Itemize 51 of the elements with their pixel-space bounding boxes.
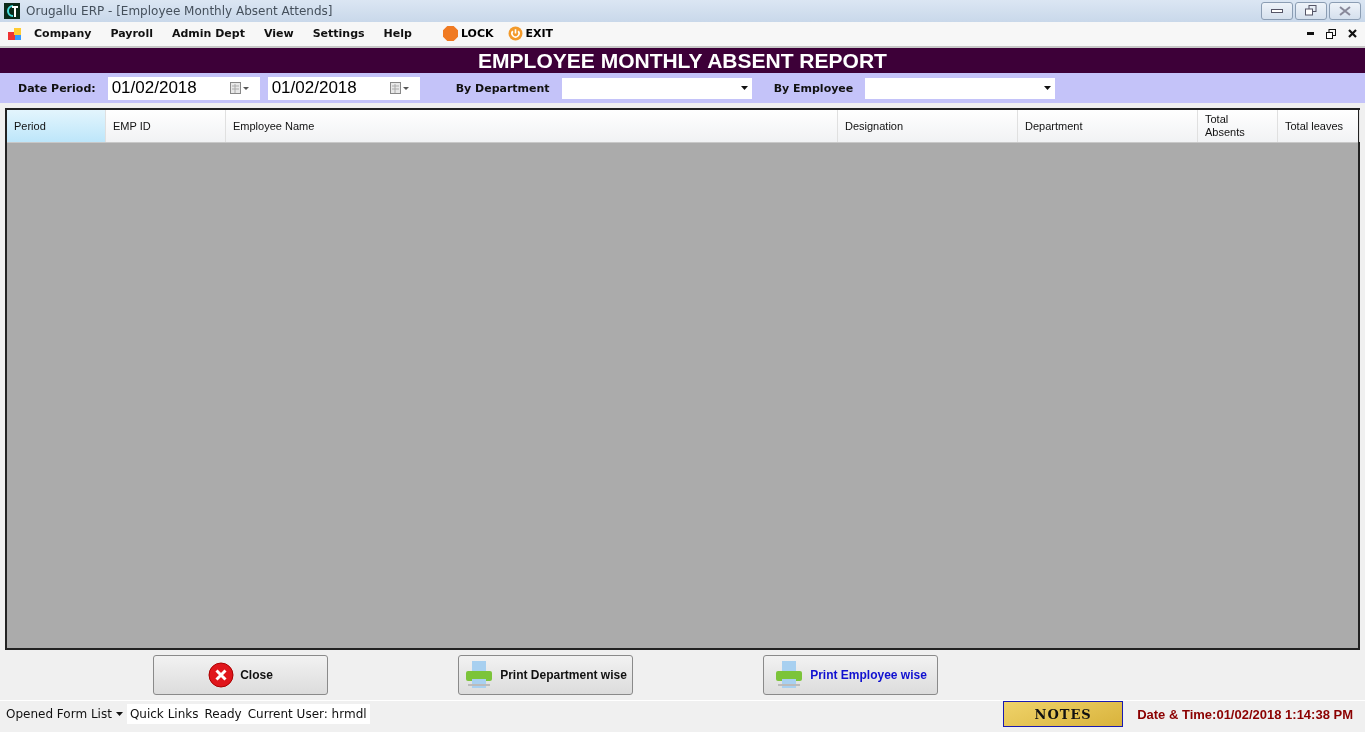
menu-item[interactable]: Admin Dept — [171, 27, 245, 41]
menu-item[interactable]: Company — [34, 27, 92, 41]
column-header[interactable]: Total Absents — [1198, 110, 1278, 143]
dropdown-caret-icon[interactable] — [115, 712, 123, 716]
menu-item[interactable]: Settings — [312, 27, 365, 41]
restore-icon — [1305, 5, 1317, 17]
date-field[interactable]: 01/02/2018 — [267, 76, 420, 100]
close-window-button[interactable] — [1329, 1, 1361, 20]
department-label: By Department — [455, 81, 550, 95]
report-title: EMPLOYEE MONTHLY ABSENT REPORT — [0, 47, 1365, 73]
printer-icon — [464, 660, 495, 691]
app-menu-icon[interactable] — [8, 26, 22, 41]
quick-links-link[interactable]: Quick Links — [126, 704, 202, 724]
menu-item[interactable]: Payroll — [110, 27, 153, 41]
column-header[interactable]: EMP ID — [106, 110, 226, 143]
calendar-dropdown-icon[interactable] — [389, 82, 410, 95]
column-header[interactable]: Period — [7, 110, 106, 143]
column-header[interactable]: Designation — [838, 110, 1018, 143]
print-button[interactable]: Print Employee wise — [763, 655, 938, 696]
restore-icon[interactable] — [1326, 28, 1336, 39]
print-button[interactable]: Print Department wise — [458, 655, 633, 696]
app-logo-icon — [4, 2, 20, 19]
date-field[interactable]: 01/02/2018 — [107, 76, 260, 100]
power-icon — [507, 26, 523, 42]
window-title: Orugallu ERP - [Employee Monthly Absent Attends] — [26, 3, 333, 18]
minimize-icon — [1271, 8, 1283, 13]
employee-label: By Employee — [773, 81, 854, 95]
printer-icon — [774, 660, 805, 691]
status-text: Ready — [201, 704, 245, 724]
notes-button[interactable]: NOTES — [1003, 701, 1124, 727]
calendar-dropdown-icon[interactable] — [229, 82, 250, 95]
close-icon[interactable] — [1348, 29, 1357, 39]
lock-button[interactable]: LOCK — [442, 26, 494, 42]
minimize-icon[interactable] — [1307, 32, 1314, 36]
exit-button[interactable]: EXIT — [507, 26, 554, 42]
column-header[interactable]: Department — [1018, 110, 1198, 143]
close-icon — [1339, 5, 1351, 16]
column-header[interactable]: Total leaves — [1278, 110, 1360, 143]
column-header[interactable]: Employee Name — [226, 110, 838, 143]
current-user-text: Current User: hrmdl — [244, 704, 370, 724]
dropdown-caret-icon[interactable] — [1044, 86, 1052, 91]
opened-form-list-dropdown[interactable]: Opened Form List — [0, 704, 127, 724]
restore-button[interactable] — [1295, 1, 1327, 20]
dropdown-caret-icon[interactable] — [740, 86, 748, 91]
menu-item[interactable]: Help — [383, 27, 412, 41]
close-icon — [208, 662, 235, 689]
minimize-button[interactable] — [1261, 1, 1293, 20]
close-button[interactable]: Close — [153, 655, 328, 696]
date-period-label: Date Period: — [18, 81, 96, 95]
date-time-text: Date & Time:01/02/2018 1:14:38 PM — [1137, 706, 1353, 722]
menu-item[interactable]: View — [263, 27, 294, 41]
